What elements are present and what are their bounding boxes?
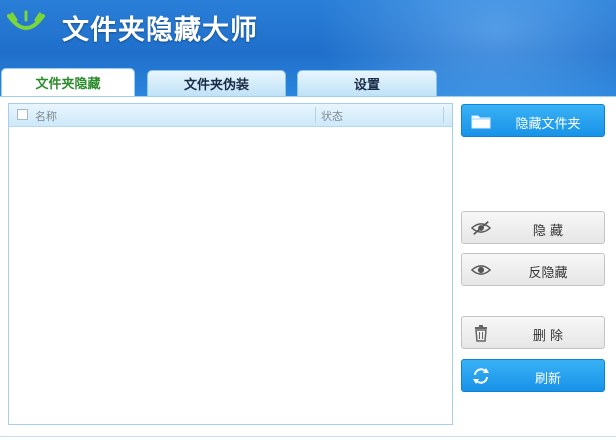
eye-logo-icon [7,10,45,30]
refresh-icon [473,368,489,384]
delete-label: 删 除 [532,329,564,344]
column-header-name[interactable]: 名称 [35,108,57,124]
hide-label: 隐 藏 [532,224,564,239]
refresh-button[interactable]: 刷新 [461,359,605,392]
tab-folder-hide[interactable]: 文件夹隐藏 [1,68,135,96]
eye-hidden-icon [471,221,491,235]
column-divider[interactable] [443,107,444,123]
tab-settings[interactable]: 设置 [297,70,437,96]
unhide-label: 反隐藏 [528,266,568,281]
hide-button[interactable]: 隐 藏 [461,211,605,244]
column-header-status[interactable]: 状态 [321,108,343,124]
folder-list[interactable]: 名称 状态 [8,103,453,425]
hide-folder-button[interactable]: 隐藏文件夹 [461,104,605,137]
tab-folder-disguise[interactable]: 文件夹伪装 [147,70,286,96]
delete-button[interactable]: 删 除 [461,316,605,349]
app-title: 文件夹隐藏大师 [62,15,258,46]
eye-icon [471,265,491,275]
hide-folder-label: 隐藏文件夹 [515,117,581,132]
footer-divider [0,436,616,437]
unhide-button[interactable]: 反隐藏 [461,253,605,286]
column-divider[interactable] [315,107,316,123]
trash-icon [475,325,487,342]
tab-bar: 文件夹隐藏 文件夹伪装 设置 [0,68,616,96]
list-header: 名称 状态 [9,104,452,127]
select-all-checkbox[interactable] [17,109,28,120]
folder-icon [471,115,491,129]
refresh-label: 刷新 [534,372,561,387]
